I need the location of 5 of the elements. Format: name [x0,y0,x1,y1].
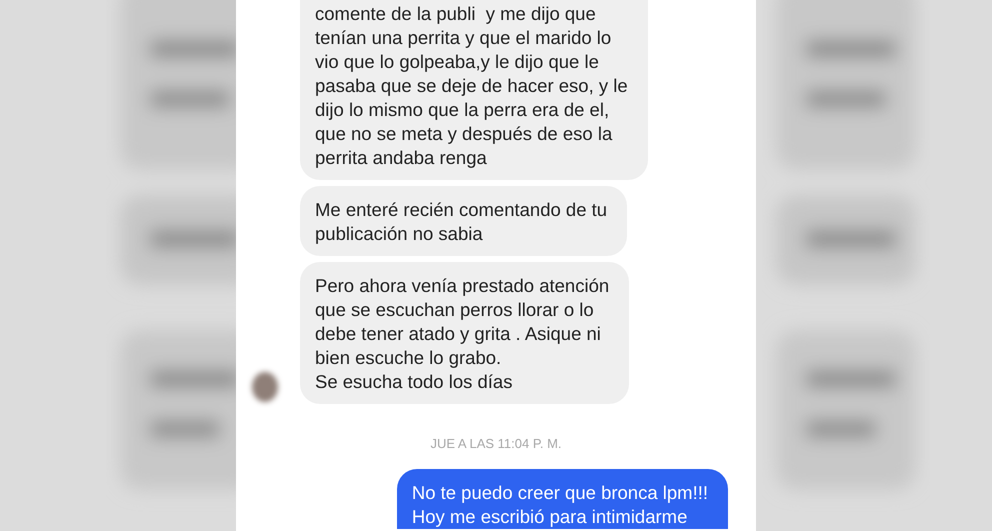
timestamp: JUE A LAS 11:04 P. M. [430,436,562,451]
message-bubble: comente de la publi y me dijo que tenían una perrita y que el marido lo vio que lo golpeaba,y le dijo que le pasaba que se deje de hacer eso, y le dijo lo mismo que la perra era de el, que no se meta y después de eso la perrita andaba renga [300,0,648,180]
message-bubble: Pero ahora venía prestado atención que se escuchan perros llorar o lo debe tener atado y grita . Asique ni bien escuche lo grabo. Se esucha todo los días [300,262,630,404]
message-bubble: No te puedo creer que bronca lpm!!! Hoy me escribió para intimidarme [396,469,728,529]
message-bubble: Me enteré recién comentando de tu publicación no sabia [300,186,628,256]
